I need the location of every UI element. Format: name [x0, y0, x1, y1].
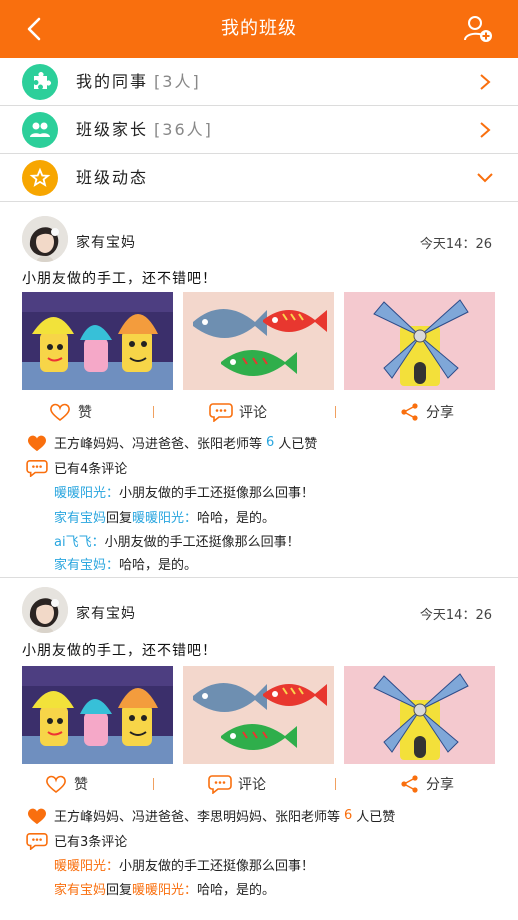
people-icon [22, 112, 58, 148]
comment-text: 哈哈，是的。 [197, 883, 276, 898]
page-title: 我的班级 [221, 18, 297, 39]
comment-text: 哈哈，是的。 [197, 511, 276, 526]
like-suffix: 人已赞 [356, 810, 396, 825]
post-time: 今天14：26 [419, 608, 492, 623]
share-icon [401, 775, 418, 793]
top-bar: 我的班级 [0, 0, 518, 58]
menu-row-class-news[interactable]: 班级动态 [0, 154, 518, 202]
parent-count: [36人] [154, 120, 213, 139]
post-photo-windmill[interactable] [344, 666, 495, 764]
comment-author[interactable]: 家有宝妈 [54, 511, 106, 526]
heart-outline-icon [46, 775, 66, 794]
likers-names: 王方峰妈妈、冯进爸爸、张阳老师等 [54, 437, 263, 452]
comment-author[interactable]: 暖暖阳光： [54, 486, 119, 501]
like-suffix: 人已赞 [278, 437, 318, 452]
comment-text: 小朋友做的手工还挺像那么回事！ [119, 859, 315, 874]
avatar[interactable] [22, 587, 68, 633]
like-count: 6 [344, 808, 353, 823]
menu-label-parents: 班级家长 [76, 120, 149, 139]
like-count: 6 [266, 435, 275, 450]
post-time: 今天14：26 [419, 237, 492, 252]
class-menu: 我的同事 [3人] 班级家长 [36人] 班级动态 [0, 58, 518, 202]
like-button[interactable]: 赞 [44, 772, 88, 796]
like-label: 赞 [78, 405, 92, 421]
post-author[interactable]: 家有宝妈 [76, 232, 136, 252]
heart-outline-icon [50, 403, 70, 422]
share-label: 分享 [426, 777, 454, 793]
share-button[interactable]: 分享 [400, 772, 454, 796]
comment-text: 小朋友做的手工还挺像那么回事！ [104, 535, 300, 550]
post-text: 小朋友做的手工，还不错吧！ [22, 271, 217, 287]
reply-target[interactable]: 暖暖阳光： [132, 883, 197, 898]
post-photo-fish[interactable] [183, 666, 334, 764]
comment-item[interactable]: ai飞飞：小朋友做的手工还挺像那么回事！ [54, 531, 300, 550]
comment-item[interactable]: 家有宝妈：哈哈，是的。 [54, 554, 197, 573]
comment-button[interactable]: 评论 [209, 400, 267, 424]
reply-word: 回复 [106, 511, 133, 526]
comments-summary[interactable]: 已有4条评论 [26, 458, 127, 477]
chevron-down-icon[interactable] [476, 170, 494, 186]
comment-author[interactable]: 家有宝妈： [54, 558, 119, 573]
likers-names: 王方峰妈妈、冯进爸爸、李思明妈妈、张阳老师等 [54, 810, 341, 825]
feed-post: 家有宝妈 今天14：26 小朋友做的手工，还不错吧！ 赞 评论 分享 王方峰妈妈… [0, 578, 518, 920]
post-photo-fish[interactable] [183, 292, 334, 390]
menu-row-parents[interactable]: 班级家长 [36人] [0, 106, 518, 154]
action-separator [335, 778, 336, 790]
add-user-icon[interactable] [462, 14, 494, 44]
comment-bubble-icon [209, 403, 233, 422]
action-separator [335, 406, 336, 418]
comments-summary[interactable]: 已有3条评论 [26, 831, 127, 850]
comment-count-text: 已有3条评论 [54, 835, 128, 850]
post-photo-puppets[interactable] [22, 666, 173, 764]
comment-author[interactable]: 家有宝妈 [54, 883, 106, 898]
share-button[interactable]: 分享 [400, 400, 454, 424]
comment-bubble-icon [26, 832, 48, 850]
comment-author[interactable]: ai飞飞： [54, 535, 105, 550]
comment-text: 小朋友做的手工还挺像那么回事！ [119, 486, 315, 501]
action-separator [153, 778, 154, 790]
feed-post: 家有宝妈 今天14：26 小朋友做的手工，还不错吧！ 赞 评论 分享 王方峰妈妈… [0, 202, 518, 577]
post-photo-windmill[interactable] [344, 292, 495, 390]
reply-target[interactable]: 暖暖阳光： [132, 511, 197, 526]
avatar[interactable] [22, 216, 68, 262]
comment-bubble-icon [208, 775, 232, 794]
post-author[interactable]: 家有宝妈 [76, 603, 136, 623]
post-photo-puppets[interactable] [22, 292, 173, 390]
comment-item[interactable]: 家有宝妈回复暖暖阳光：哈哈，是的。 [54, 879, 275, 898]
heart-filled-icon [28, 808, 46, 824]
menu-row-colleagues[interactable]: 我的同事 [3人] [0, 58, 518, 106]
comment-text: 哈哈，是的。 [119, 558, 198, 573]
comment-item[interactable]: 家有宝妈回复暖暖阳光：哈哈，是的。 [54, 507, 275, 526]
comment-count-text: 已有4条评论 [54, 462, 128, 477]
comment-label: 评论 [238, 777, 266, 793]
post-actions: 赞 评论 分享 [0, 400, 518, 424]
comment-button[interactable]: 评论 [208, 772, 266, 796]
post-actions: 赞 评论 分享 [0, 772, 518, 796]
share-label: 分享 [426, 405, 454, 421]
comment-item[interactable]: 暖暖阳光：小朋友做的手工还挺像那么回事！ [54, 855, 314, 874]
star-icon [22, 160, 58, 196]
menu-label-class-news: 班级动态 [76, 168, 149, 187]
puzzle-icon [22, 64, 58, 100]
like-button[interactable]: 赞 [48, 400, 92, 424]
menu-label-colleagues: 我的同事 [76, 72, 149, 91]
post-text: 小朋友做的手工，还不错吧！ [22, 643, 217, 659]
chevron-right-icon[interactable] [476, 122, 492, 138]
chevron-right-icon[interactable] [476, 74, 492, 90]
comment-label: 评论 [239, 405, 267, 421]
like-label: 赞 [74, 777, 88, 793]
heart-filled-icon [28, 435, 46, 451]
comment-item[interactable]: 暖暖阳光：小朋友做的手工还挺像那么回事！ [54, 482, 314, 501]
colleague-count: [3人] [154, 72, 201, 91]
share-icon [401, 403, 418, 421]
likes-summary: 王方峰妈妈、冯进爸爸、张阳老师等 6 人已赞 [26, 433, 317, 452]
comment-bubble-icon [26, 459, 48, 477]
likes-summary: 王方峰妈妈、冯进爸爸、李思明妈妈、张阳老师等 6 人已赞 [26, 806, 395, 825]
reply-word: 回复 [106, 883, 133, 898]
action-separator [153, 406, 154, 418]
comment-author[interactable]: 暖暖阳光： [54, 859, 119, 874]
